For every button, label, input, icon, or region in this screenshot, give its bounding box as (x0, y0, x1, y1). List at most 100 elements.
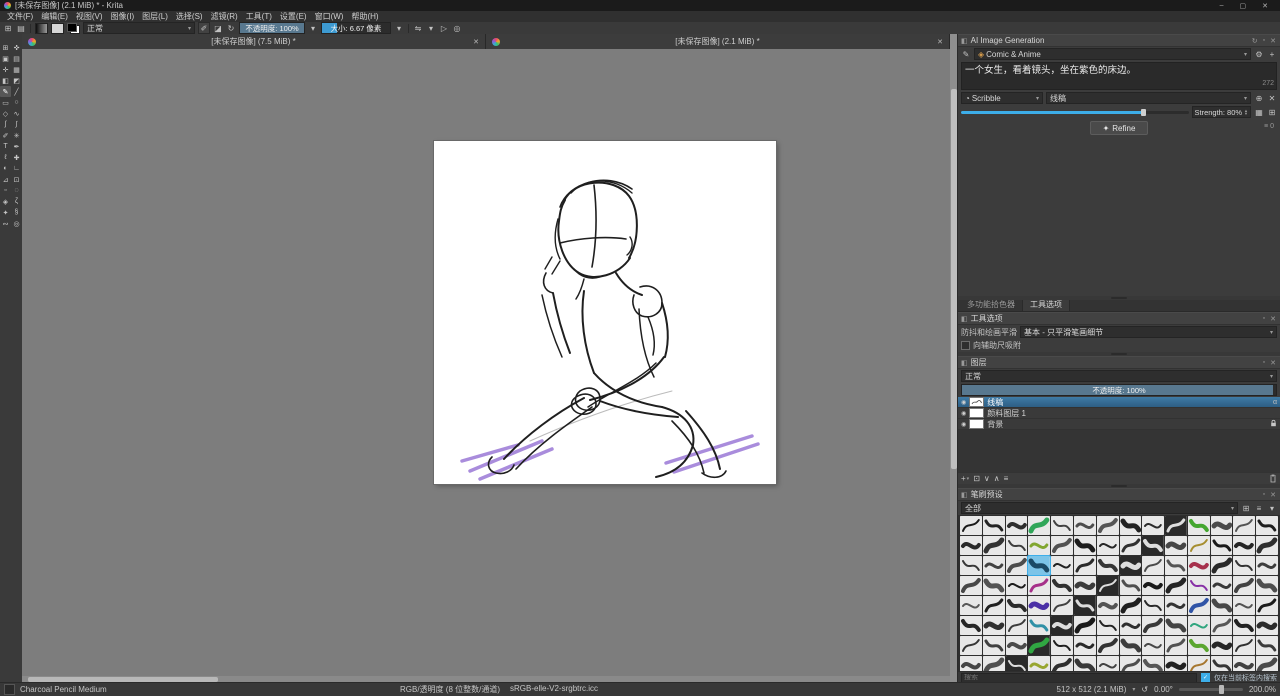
brush-preset[interactable] (1120, 596, 1142, 615)
brush-preset[interactable] (960, 576, 982, 595)
layer-opacity-slider[interactable]: 不透明度: 100% (961, 384, 1277, 396)
brush-preset[interactable] (1233, 536, 1255, 555)
view-grid-icon[interactable]: ⊞ (1241, 503, 1251, 513)
float-docker-icon[interactable]: ▫ (1263, 491, 1265, 499)
brush-preset[interactable] (1120, 556, 1142, 575)
docker-menu-icon[interactable]: ◧ (961, 491, 968, 499)
move-layer-up-button[interactable]: ∧ (994, 474, 1000, 483)
brush-preset[interactable] (1051, 516, 1073, 535)
control-layer-combo[interactable]: 线稿 ▾ (1046, 92, 1251, 104)
freehand-brush-tool[interactable]: ✎ (0, 86, 11, 97)
brush-preset[interactable] (1165, 616, 1187, 635)
brush-preset[interactable] (1165, 516, 1187, 535)
brush-preset[interactable] (1097, 636, 1119, 655)
layer-blend-combo[interactable]: 正常 ▾ (961, 370, 1277, 382)
prompt-textarea[interactable]: 一个女生，看着镜头，坐在紫色的床边。 272 (961, 62, 1277, 90)
pattern-chooser[interactable] (51, 23, 64, 34)
menu-item[interactable]: 设置(E) (276, 11, 311, 22)
canvas-rotation[interactable]: 0.00° (1154, 685, 1173, 694)
add-layer-button[interactable]: +▾ (961, 474, 969, 483)
rect-select-tool[interactable]: ▫ (0, 185, 11, 196)
brush-preset[interactable] (1097, 556, 1119, 575)
colorize-mask-tool[interactable]: ◐ (0, 163, 11, 174)
brush-preset[interactable] (1256, 536, 1278, 555)
zoom-slider[interactable] (1179, 688, 1243, 691)
brush-preset[interactable] (1051, 576, 1073, 595)
menu-item[interactable]: 视图(V) (72, 11, 107, 22)
bezier-curve-tool[interactable]: ʃ (0, 119, 11, 130)
settings-gear-icon[interactable]: ⚙ (1254, 49, 1264, 59)
magnetic-select-tool[interactable]: ∾ (0, 218, 11, 229)
brush-preset[interactable] (1097, 576, 1119, 595)
brush-preset[interactable] (1097, 536, 1119, 555)
close-docker-icon[interactable]: ✕ (1270, 359, 1276, 367)
brush-preset[interactable] (1142, 616, 1164, 635)
brush-preset[interactable] (1188, 556, 1210, 575)
zoom-tool[interactable]: ◎ (11, 218, 22, 229)
canvas-document[interactable] (434, 141, 776, 484)
brush-preset[interactable] (1051, 616, 1073, 635)
brush-preset[interactable] (1120, 536, 1142, 555)
docker-splitter[interactable] (958, 296, 1280, 300)
wrap-around-icon[interactable]: ◎ (452, 23, 462, 33)
brush-preset[interactable] (983, 656, 1005, 671)
stabilizer-combo[interactable]: 基本 - 只平滑笔画细节 ▾ (1020, 326, 1277, 338)
edit-brush-settings-icon[interactable]: ✐ (198, 22, 210, 34)
brush-preset[interactable] (983, 616, 1005, 635)
brush-preset[interactable] (1120, 636, 1142, 655)
layer-visibility-icon[interactable]: ◉ (961, 399, 966, 406)
brush-preset[interactable] (1211, 516, 1233, 535)
menu-item[interactable]: 选择(S) (172, 11, 207, 22)
brush-preset[interactable] (1233, 616, 1255, 635)
strength-spinbox[interactable]: Strength: 80% ▲▼ (1192, 106, 1252, 118)
brush-preset[interactable] (1074, 536, 1096, 555)
brush-preset[interactable] (1006, 656, 1028, 671)
docker-splitter[interactable] (958, 484, 1280, 488)
layer-visibility-icon[interactable]: ◉ (961, 410, 966, 417)
brush-size-slider[interactable]: 大小: 6.67 像素 (321, 22, 391, 34)
brush-preset[interactable] (1028, 516, 1050, 535)
brush-preset[interactable] (1211, 536, 1233, 555)
brush-preset[interactable] (1142, 516, 1164, 535)
close-button[interactable]: ✕ (1262, 2, 1268, 10)
brush-preset[interactable] (1074, 556, 1096, 575)
maximize-button[interactable]: ▢ (1240, 2, 1247, 10)
brush-preset[interactable] (1165, 536, 1187, 555)
brush-preset[interactable] (960, 536, 982, 555)
brush-preset[interactable] (1256, 656, 1278, 671)
document-size[interactable]: 512 x 512 (2.1 MiB) (1057, 685, 1127, 694)
ellipse-tool[interactable]: ○ (11, 97, 22, 108)
brush-preset[interactable] (1142, 576, 1164, 595)
menu-item[interactable]: 图像(I) (107, 11, 139, 22)
brush-preset[interactable] (1165, 656, 1187, 671)
brush-preset[interactable] (1051, 636, 1073, 655)
brush-preset[interactable] (1256, 556, 1278, 575)
brush-preset[interactable] (1074, 656, 1096, 671)
docker-menu-icon[interactable]: ◧ (961, 315, 968, 323)
bezier-select-tool[interactable]: § (11, 207, 22, 218)
brush-preset[interactable] (983, 576, 1005, 595)
brush-preset[interactable] (1006, 616, 1028, 635)
brush-preset[interactable] (1028, 556, 1050, 575)
menu-item[interactable]: 帮助(H) (347, 11, 382, 22)
brush-preset[interactable] (960, 636, 982, 655)
brush-preset[interactable] (1051, 656, 1073, 671)
brush-preset[interactable] (1120, 516, 1142, 535)
menu-item[interactable]: 文件(F) (3, 11, 37, 22)
ellipse-select-tool[interactable]: ◌ (11, 185, 22, 196)
polygon-tool[interactable]: ◇ (0, 108, 11, 119)
float-docker-icon[interactable]: ▫ (1263, 37, 1265, 45)
view-options-icon[interactable]: ▾ (1267, 503, 1277, 513)
minimize-button[interactable]: – (1220, 2, 1224, 10)
layer-visibility-icon[interactable]: ◉ (961, 421, 966, 428)
enclose-fill-tool[interactable]: ◩ (11, 75, 22, 86)
brush-preset[interactable] (1233, 636, 1255, 655)
freehand-path-tool[interactable]: ∫ (11, 119, 22, 130)
region-settings-icon[interactable]: ⊞ (1267, 107, 1277, 117)
polyline-tool[interactable]: ∿ (11, 108, 22, 119)
display-mode-icon[interactable]: ▦ (1254, 107, 1264, 117)
brush-preset[interactable] (1188, 536, 1210, 555)
delete-layer-button[interactable] (1269, 474, 1277, 483)
brush-preset[interactable] (960, 656, 982, 671)
brush-preset[interactable] (1211, 556, 1233, 575)
